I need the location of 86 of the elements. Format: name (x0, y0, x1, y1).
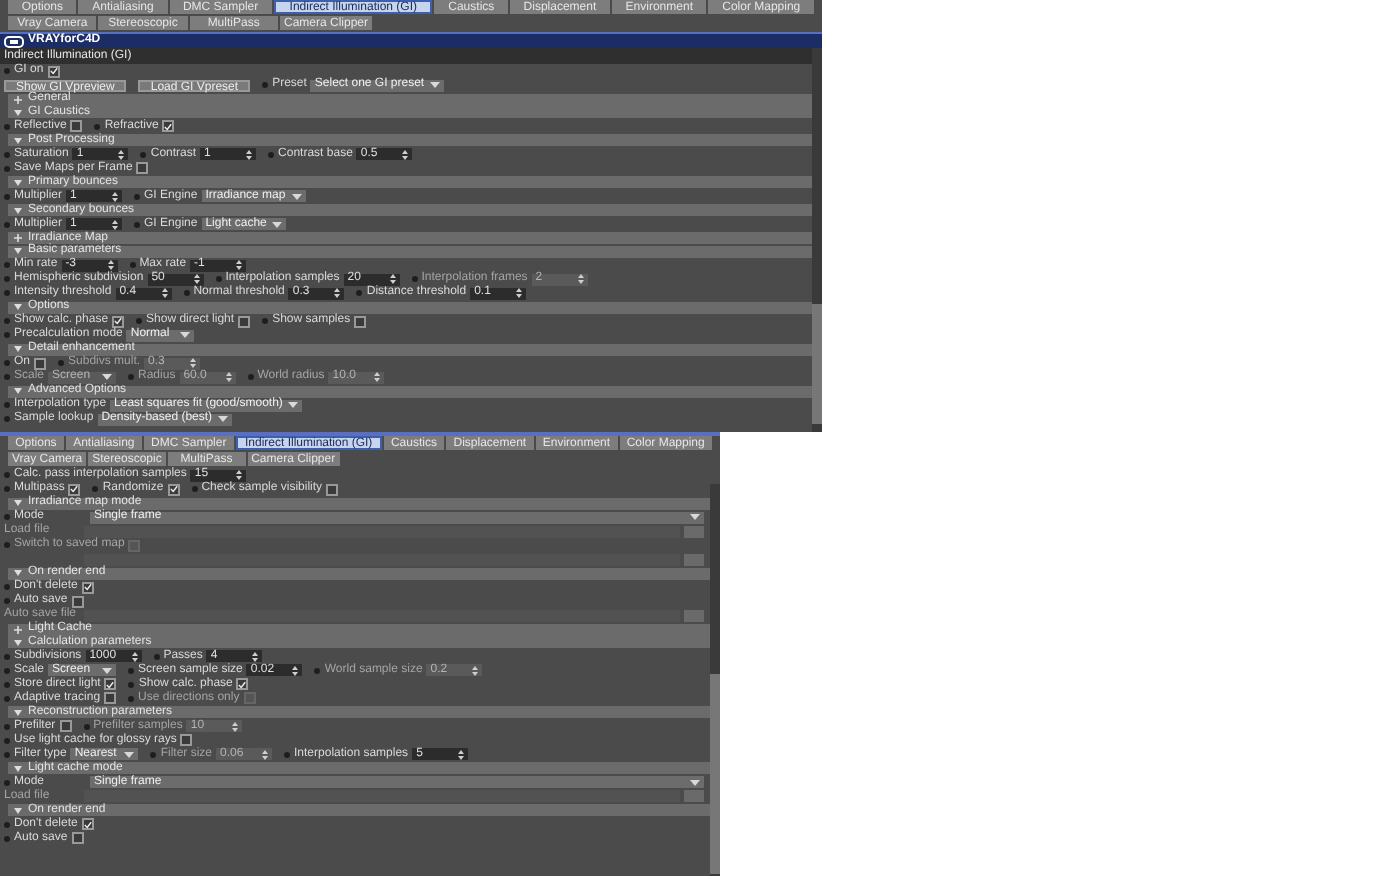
spinner-arrows-icon (577, 274, 584, 284)
checkbox[interactable] (81, 581, 94, 593)
check-icon (83, 819, 92, 829)
spinner-arrows-icon (389, 274, 396, 284)
check-icon (106, 679, 115, 689)
collapse-arrow-icon (14, 207, 22, 213)
collapse-arrow-icon (14, 179, 22, 185)
checkbox[interactable] (34, 357, 47, 369)
checkbox[interactable] (354, 315, 367, 327)
collapse-arrow-icon (14, 304, 22, 310)
scrollbar-thumb[interactable] (710, 674, 720, 874)
checkbox[interactable] (112, 315, 125, 327)
checkbox[interactable] (136, 162, 149, 174)
caret-icon (690, 779, 700, 785)
check-icon (49, 66, 58, 76)
spinner-arrows-icon (232, 721, 239, 731)
scrollbar-thumb[interactable] (812, 304, 822, 424)
caret-icon (102, 667, 113, 673)
spinner-arrows-icon (374, 372, 381, 382)
spinner-arrows-icon (402, 149, 409, 159)
spinner-arrows-icon (161, 288, 168, 298)
check-icon (238, 679, 247, 689)
checkbox[interactable] (104, 678, 117, 690)
caret-icon (102, 374, 113, 380)
caret-icon (180, 332, 191, 338)
check-icon (70, 484, 79, 494)
caret-icon (430, 82, 441, 88)
caret-icon (288, 402, 299, 408)
collapse-arrow-icon (14, 109, 22, 115)
spinner-arrows-icon (112, 191, 119, 201)
expand-plus-icon (14, 234, 22, 242)
checkbox[interactable] (326, 483, 339, 495)
collapse-arrow-icon (14, 388, 22, 394)
caret-icon (124, 751, 135, 757)
collapse-arrow-icon (14, 570, 22, 576)
check-icon (164, 121, 173, 131)
checkbox[interactable] (167, 483, 180, 495)
check-icon (169, 484, 178, 494)
checkbox[interactable] (71, 595, 84, 607)
spinner-arrows-icon (193, 274, 200, 284)
spinner-arrows-icon (458, 749, 465, 759)
collapse-arrow-icon (14, 346, 22, 352)
spinner-arrows-icon (252, 651, 259, 661)
spinner-arrows-icon (131, 651, 138, 661)
spinner-arrows-icon (292, 665, 299, 675)
logo-icon (4, 35, 24, 47)
caret-icon (218, 416, 229, 422)
checkbox[interactable] (59, 720, 72, 732)
caret-icon (272, 221, 283, 227)
spinner-arrows-icon (107, 260, 114, 270)
spinner-arrows-icon (236, 260, 243, 270)
spinner-arrows-icon (472, 665, 479, 675)
expand-plus-icon (14, 95, 22, 103)
check-icon (83, 582, 92, 592)
checkbox[interactable] (71, 832, 84, 844)
spinner-arrows-icon (118, 149, 125, 159)
scrollbar[interactable] (710, 484, 720, 876)
scrollbar[interactable] (812, 48, 822, 432)
spinner-arrows-icon (236, 470, 243, 480)
checkbox[interactable] (104, 692, 117, 704)
collapse-arrow-icon (14, 248, 22, 254)
spinner-arrows-icon (246, 149, 253, 159)
caret-icon (690, 514, 700, 520)
checkbox[interactable] (47, 65, 60, 77)
collapse-arrow-icon (14, 137, 22, 143)
collapse-arrow-icon (14, 500, 22, 506)
collapse-arrow-icon (14, 807, 22, 813)
spinner-arrows-icon (225, 372, 232, 382)
spinner-arrows-icon (112, 219, 119, 229)
checkbox[interactable] (68, 483, 81, 495)
check-icon (114, 316, 123, 326)
checkbox[interactable] (81, 818, 94, 830)
checkbox[interactable] (180, 734, 193, 746)
spinner-arrows-icon (334, 288, 341, 298)
checkbox[interactable] (70, 120, 83, 132)
spinner-arrows-icon (516, 288, 523, 298)
expand-plus-icon (14, 625, 22, 633)
collapse-arrow-icon (14, 639, 22, 645)
checkbox[interactable] (238, 315, 251, 327)
collapse-arrow-icon (14, 709, 22, 715)
spinner-arrows-icon (190, 358, 197, 368)
checkbox[interactable] (162, 120, 175, 132)
caret-icon (291, 193, 302, 199)
checkbox[interactable] (236, 678, 249, 690)
collapse-arrow-icon (14, 765, 22, 771)
spinner-arrows-icon (262, 749, 269, 759)
